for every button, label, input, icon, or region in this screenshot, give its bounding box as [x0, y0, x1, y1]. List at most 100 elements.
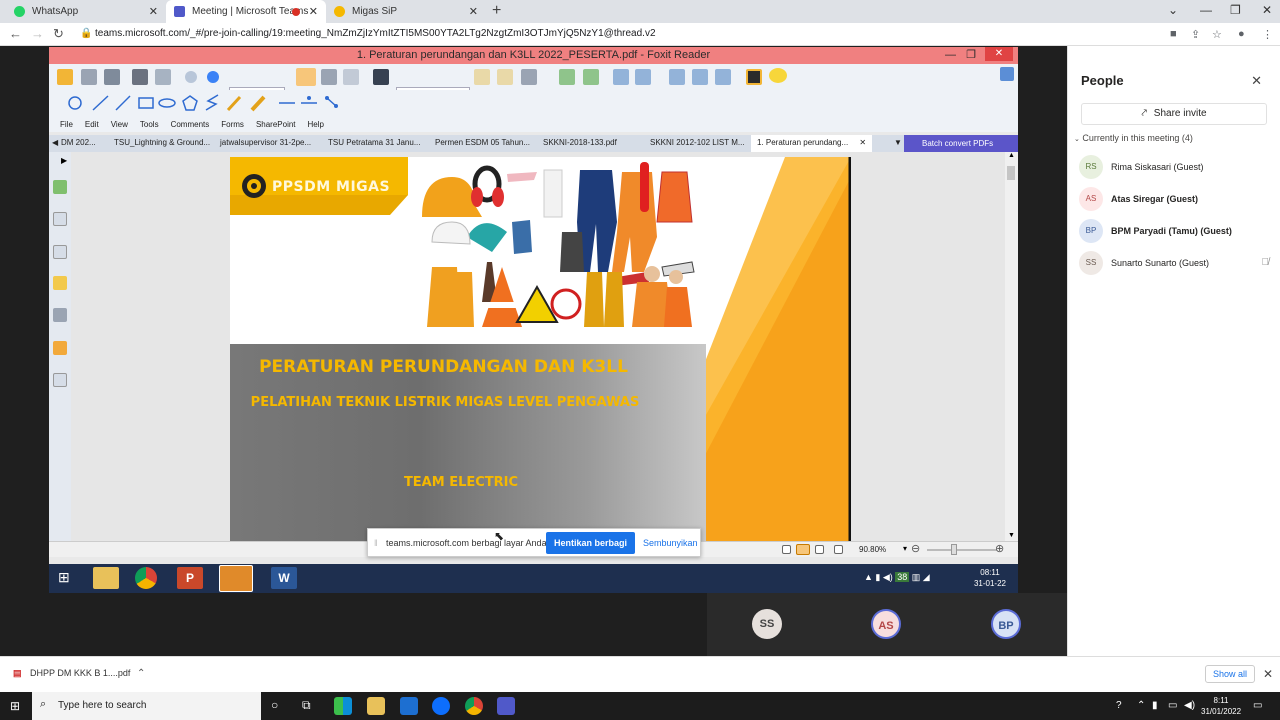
stop-sharing-button[interactable]: Hentikan berbagi — [546, 532, 635, 554]
file-explorer-icon[interactable] — [367, 697, 385, 715]
doc-tab-dropdown-icon[interactable]: ▼ — [894, 138, 902, 147]
pages-icon[interactable] — [613, 69, 629, 85]
text-tool-icon[interactable] — [746, 69, 762, 85]
windows-start-icon[interactable]: ⊞ — [58, 569, 70, 586]
teams-icon[interactable] — [497, 697, 515, 715]
taskbar-search[interactable]: ⌕ Type here to search — [32, 692, 261, 720]
vertical-scrollbar[interactable]: ▲ ▼ — [1005, 152, 1018, 541]
mic-icon[interactable]: ▮ — [1152, 700, 1158, 711]
menu-view[interactable]: View — [111, 120, 128, 129]
volume-icon[interactable]: ◀) — [1184, 700, 1195, 711]
menu-comments[interactable]: Comments — [171, 120, 210, 129]
share-icon[interactable]: ⇪ — [1191, 28, 1200, 41]
minimize-icon[interactable]: — — [1200, 3, 1212, 17]
close-icon[interactable]: ✕ — [309, 5, 318, 18]
menu-help[interactable]: Help — [308, 120, 324, 129]
chrome-icon[interactable] — [135, 567, 157, 589]
close-icon[interactable]: ✕ — [985, 47, 1013, 61]
taskbar-clock[interactable]: 8:11 31/01/2022 — [1201, 695, 1241, 717]
comments-panel-icon[interactable] — [53, 276, 67, 290]
close-icon[interactable]: ✕ — [149, 5, 158, 18]
cortana-icon[interactable]: ○ — [271, 698, 278, 712]
export-icon[interactable] — [583, 69, 599, 85]
zoom-in-icon[interactable]: ⊕ — [995, 542, 1004, 555]
typewriter-icon[interactable] — [521, 69, 537, 85]
camera-icon[interactable]: ■ — [1170, 28, 1177, 40]
doc-tab[interactable]: DM 202... — [61, 138, 96, 147]
participant-row[interactable]: SS Sunarto Sunarto (Guest) 🎙̸ — [1079, 251, 1269, 277]
doc-tab[interactable]: TSU_Lightning & Ground... — [114, 138, 210, 147]
download-item[interactable]: ▤ DHPP DM KKK B 1....pdf — [13, 668, 130, 679]
continuous-icon[interactable] — [796, 544, 810, 555]
word-icon[interactable]: W — [271, 567, 297, 589]
print-icon[interactable] — [132, 69, 148, 85]
chevron-up-icon[interactable]: ⌃ — [137, 668, 145, 679]
menu-forms[interactable]: Forms — [221, 120, 244, 129]
next-page-icon[interactable] — [207, 71, 219, 83]
doc-tab[interactable]: SKKNI 2012-102 LIST M... — [650, 138, 745, 147]
doc-tab[interactable]: Permen ESDM 05 Tahun... — [435, 138, 530, 147]
share-invite-button[interactable]: ⤤ Share invite — [1081, 103, 1267, 125]
continuous-facing-icon[interactable] — [834, 545, 843, 554]
close-icon[interactable]: ✕ — [1251, 73, 1262, 89]
scroll-up-icon[interactable]: ▲ — [1008, 152, 1015, 159]
batch-convert-button[interactable]: Batch convert PDFs — [904, 135, 1018, 152]
menu-file[interactable]: File — [60, 120, 73, 129]
powerpoint-icon[interactable]: P — [177, 567, 203, 589]
snapshot-icon[interactable] — [497, 69, 513, 85]
network-icon[interactable]: ▭ — [1168, 700, 1177, 711]
participant-row[interactable]: BP BPM Paryadi (Tamu) (Guest) — [1079, 219, 1269, 245]
tab-teams[interactable]: Meeting | Microsoft Teams ✕ — [166, 0, 326, 23]
doc-tab[interactable]: TSU Petratama 31 Janu... — [328, 138, 421, 147]
scan-icon[interactable] — [155, 69, 171, 85]
bookmarks-icon[interactable] — [53, 180, 67, 194]
profile-icon[interactable]: ● — [1238, 28, 1245, 40]
new-tab-button[interactable]: + — [492, 2, 501, 20]
zoom-icon[interactable] — [715, 69, 731, 85]
help-icon[interactable]: ? — [1116, 700, 1122, 711]
signature-icon[interactable] — [53, 373, 67, 387]
restore-icon[interactable]: ❐ — [966, 47, 976, 64]
scroll-down-icon[interactable]: ▼ — [1008, 532, 1015, 539]
participant-avatar[interactable]: SS — [752, 609, 782, 639]
comment-icon[interactable] — [769, 68, 787, 83]
edge-icon[interactable] — [334, 697, 352, 715]
drawing-tools-icons[interactable] — [64, 90, 364, 116]
menu-tools[interactable]: Tools — [140, 120, 159, 129]
mail-icon[interactable] — [400, 697, 418, 715]
url-field[interactable]: teams.microsoft.com/_#/pre-join-calling/… — [95, 28, 656, 39]
file-explorer-icon[interactable] — [93, 567, 119, 589]
lock-icon[interactable]: 🔒 — [80, 28, 92, 39]
window-close-icon[interactable]: ✕ — [1262, 3, 1272, 17]
notification-icon[interactable]: ▭ — [1253, 700, 1262, 711]
zoom-out-icon[interactable]: ⊖ — [911, 542, 920, 555]
minimize-icon[interactable]: — — [945, 47, 956, 64]
chrome-icon[interactable] — [465, 697, 483, 715]
tab-whatsapp[interactable]: WhatsApp ✕ — [6, 0, 166, 23]
save-icon[interactable] — [81, 69, 97, 85]
security-icon[interactable] — [53, 341, 67, 355]
menu-icon[interactable]: ⋮ — [1262, 28, 1273, 41]
doc-tab-active[interactable]: 1. Peraturan perundang... ✕ — [751, 135, 873, 152]
save-all-icon[interactable] — [104, 69, 120, 85]
single-page-icon[interactable] — [782, 545, 791, 554]
scroll-thumb[interactable] — [1007, 166, 1015, 180]
close-icon[interactable]: ✕ — [859, 138, 866, 147]
doc-tab[interactable]: SKKNI-2018-133.pdf — [543, 138, 617, 147]
task-view-icon[interactable]: ⧉ — [302, 698, 311, 713]
participant-avatar[interactable]: BP — [991, 609, 1021, 639]
open-icon[interactable] — [57, 69, 73, 85]
zoom-slider-thumb[interactable] — [951, 544, 957, 555]
participant-row[interactable]: AS Atas Siregar (Guest) — [1079, 187, 1269, 213]
close-icon[interactable]: ✕ — [1263, 667, 1273, 681]
foxit-taskbar-icon[interactable] — [219, 565, 253, 592]
attachment-icon[interactable] — [53, 308, 67, 322]
zoom-dropdown-icon[interactable]: ▾ — [903, 544, 907, 553]
doc-tab-scroll-left-icon[interactable]: ◀ — [52, 138, 58, 147]
menu-edit[interactable]: Edit — [85, 120, 99, 129]
layers-icon[interactable] — [53, 245, 67, 259]
zoom-fit-icon[interactable] — [669, 69, 685, 85]
hand-tool-icon[interactable] — [296, 68, 316, 86]
drag-handle-icon[interactable]: ‖ — [374, 538, 378, 548]
reload-icon[interactable]: ↻ — [53, 26, 64, 42]
